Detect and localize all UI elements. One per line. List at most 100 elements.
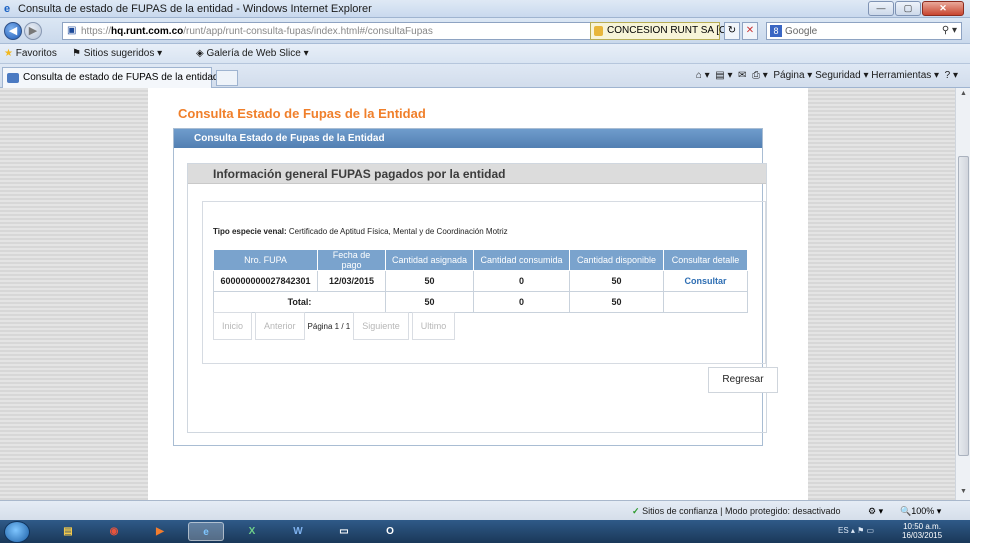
lock-icon [594, 26, 603, 36]
tab-active[interactable]: Consulta de estado de FUPAS de la entida… [2, 67, 219, 88]
suggested-sites-icon: ⚑ [72, 48, 81, 59]
home-icon[interactable]: ⌂ ▾ [696, 70, 710, 81]
zoom-level[interactable]: 🔍100% ▾ [900, 506, 941, 517]
total-consumida: 0 [473, 291, 570, 313]
taskbar: ▤ ◉ ▶ e X W ▭ O ES ▴ ⚑ ▭ 10:50 a.m. 16/0… [0, 520, 970, 543]
star-icon: ★ [4, 48, 13, 59]
pager-last-button[interactable]: Ultimo [411, 312, 456, 340]
col-cantidad-disponible[interactable]: Cantidad disponible [569, 249, 664, 271]
total-asignada: 50 [385, 291, 474, 313]
col-consultar-detalle[interactable]: Consultar detalle [663, 249, 748, 271]
col-nro-fupa[interactable]: Nro. FUPA [213, 249, 318, 271]
site-icon: ▣ [67, 25, 77, 36]
refresh-button[interactable]: ↻ [724, 22, 740, 40]
protected-mode-icon[interactable]: ⚙ ▾ [868, 506, 883, 517]
search-box[interactable]: 8 Google ⚲ ▾ [766, 22, 962, 40]
media-player-icon[interactable]: ▶ [142, 522, 178, 541]
security-zone[interactable]: ✓ Sitios de confianza | Modo protegido: … [632, 506, 841, 517]
table-total-row: Total: 50 0 50 [213, 291, 748, 313]
tipo-value: Certificado de Aptitud Física, Mental y … [288, 227, 508, 236]
command-bar[interactable]: ⌂ ▾ ▤ ▾ ✉ ⎙ ▾ Página ▾ Seguridad ▾ Herra… [696, 70, 958, 81]
window-title-bar: e Consulta de estado de FUPAS de la enti… [0, 0, 970, 18]
minimize-button[interactable]: — [868, 1, 894, 16]
consultar-link[interactable]: Consultar [663, 270, 748, 292]
checkmark-icon: ✓ [632, 506, 640, 516]
address-url: https://hq.runt.com.co/runt/app/runt-con… [81, 26, 433, 37]
scroll-thumb[interactable] [958, 156, 969, 456]
cell-nro-fupa: 600000000027842301 [213, 270, 318, 292]
cell-fecha-pago: 12/03/2015 [317, 270, 386, 292]
cell-disponible: 50 [569, 270, 664, 292]
back-nav-button[interactable]: ◀ [4, 22, 22, 40]
clock-time: 10:50 a.m. [903, 522, 941, 531]
window-controls: — ▢ ✕ [868, 1, 964, 16]
feeds-icon[interactable]: ▤ ▾ [715, 70, 732, 81]
scroll-down-icon[interactable]: ▼ [958, 488, 969, 495]
tab-bar: Consulta de estado de FUPAS de la entida… [0, 64, 970, 88]
background-left [0, 88, 148, 500]
address-bar[interactable]: ▣ https://hq.runt.com.co/runt/app/runt-c… [62, 22, 592, 40]
clock[interactable]: 10:50 a.m. 16/03/2015 [902, 522, 942, 540]
print-icon[interactable]: ⎙ ▾ [752, 70, 768, 81]
pager-prev-button[interactable]: Anterior [255, 312, 305, 340]
total-disponible: 50 [569, 291, 664, 313]
table-row: 600000000027842301 12/03/2015 50 0 50 Co… [213, 270, 748, 292]
total-empty [663, 291, 748, 313]
web-slice-icon: ◈ [196, 48, 204, 59]
status-bar: ✓ Sitios de confianza | Modo protegido: … [0, 500, 970, 520]
cell-asignada: 50 [385, 270, 474, 292]
main-panel: Consulta Estado de Fupas de la Entidad I… [173, 128, 778, 446]
web-slice-gallery-link[interactable]: ◈ Galería de Web Slice ▾ [196, 48, 309, 59]
zoom-icon: 🔍 [900, 506, 912, 516]
chrome-icon[interactable]: ◉ [96, 522, 132, 541]
info-section: Información general FUPAS pagados por la… [187, 163, 778, 433]
system-tray[interactable]: ES ▴ ⚑ ▭ [838, 526, 874, 535]
google-icon: 8 [770, 25, 782, 37]
maximize-button[interactable]: ▢ [895, 1, 921, 16]
total-label: Total: [213, 291, 386, 313]
start-button[interactable] [4, 521, 30, 543]
pagination: Inicio Anterior Página 1 / 1 Siguiente U… [213, 312, 458, 340]
scroll-up-icon[interactable]: ▲ [958, 90, 969, 97]
pager-next-button[interactable]: Siguiente [353, 312, 409, 340]
new-tab-button[interactable] [216, 70, 238, 86]
right-margin [970, 0, 999, 543]
window-icon[interactable]: ▭ [326, 522, 362, 541]
fupas-table: Nro. FUPA Fecha de pago Cantidad asignad… [213, 249, 748, 313]
suggested-sites-link[interactable]: ⚑ Sitios sugeridos ▾ [72, 48, 162, 59]
cell-consumida: 0 [473, 270, 570, 292]
vertical-scrollbar[interactable]: ▲ ▼ [955, 88, 970, 500]
pager-info: Página 1 / 1 [307, 321, 351, 331]
address-toolbar: ◀ ▶ ▣ https://hq.runt.com.co/runt/app/ru… [0, 18, 970, 44]
search-icon[interactable]: ⚲ ▾ [942, 25, 957, 36]
excel-icon[interactable]: X [234, 522, 270, 541]
background-right [808, 88, 955, 500]
circle-app-icon[interactable]: O [372, 522, 408, 541]
help-icon[interactable]: ? ▾ [945, 70, 958, 81]
certificate-indicator[interactable]: CONCESION RUNT SA [CO] [590, 22, 737, 40]
tipo-especie: Tipo especie venal: Certificado de Aptit… [213, 227, 508, 236]
command-menus[interactable]: Página ▾ Seguridad ▾ Herramientas ▾ [773, 70, 939, 81]
section-title: Información general FUPAS pagados por la… [188, 164, 766, 184]
panel-header: Consulta Estado de Fupas de la Entidad [174, 129, 762, 148]
regresar-button[interactable]: Regresar [708, 367, 778, 393]
internet-explorer-icon[interactable]: e [188, 522, 224, 541]
col-cantidad-asignada[interactable]: Cantidad asignada [385, 249, 474, 271]
window-title: Consulta de estado de FUPAS de la entida… [18, 3, 372, 15]
browser-content: Consulta Estado de Fupas de la Entidad C… [0, 88, 955, 500]
stop-button[interactable]: ✕ [742, 22, 758, 40]
favorites-bar: ★ Favoritos ⚑ Sitios sugeridos ▾ ◈ Galer… [0, 44, 970, 64]
col-cantidad-consumida[interactable]: Cantidad consumida [473, 249, 570, 271]
page-container: Consulta Estado de Fupas de la Entidad C… [148, 88, 808, 500]
mail-icon[interactable]: ✉ [738, 70, 746, 81]
favorites-button[interactable]: ★ Favoritos [4, 48, 57, 59]
file-explorer-icon[interactable]: ▤ [50, 522, 86, 541]
clock-date: 16/03/2015 [902, 531, 943, 540]
forward-nav-button[interactable]: ▶ [24, 22, 42, 40]
word-icon[interactable]: W [280, 522, 316, 541]
table-header-row: Nro. FUPA Fecha de pago Cantidad asignad… [213, 249, 748, 271]
page-title: Consulta Estado de Fupas de la Entidad [178, 106, 426, 121]
pager-first-button[interactable]: Inicio [213, 312, 253, 340]
close-button[interactable]: ✕ [922, 1, 964, 16]
col-fecha-pago[interactable]: Fecha de pago [317, 249, 386, 271]
